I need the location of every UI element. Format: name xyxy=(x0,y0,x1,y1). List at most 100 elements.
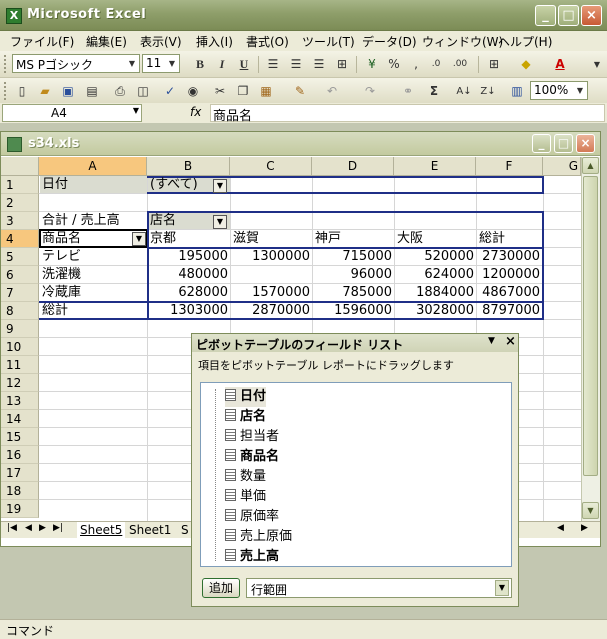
menu-insert[interactable]: 挿入(I) xyxy=(196,33,233,50)
save-icon[interactable]: ▣ xyxy=(58,82,78,101)
percent-button[interactable]: % xyxy=(384,55,404,74)
research-icon[interactable]: ◉ xyxy=(183,82,203,101)
cell-e5[interactable]: 520000 xyxy=(394,248,476,266)
row-header[interactable]: 19 xyxy=(1,500,39,518)
cell-a7[interactable]: 冷蔵庫 xyxy=(42,284,146,302)
cell-b7[interactable]: 628000 xyxy=(148,284,230,302)
cell-c4[interactable]: 滋賀 xyxy=(233,230,310,248)
cell-f7[interactable]: 4867000 xyxy=(476,284,542,302)
select-all-corner[interactable] xyxy=(1,157,39,176)
field-item-store[interactable]: 店名 xyxy=(225,407,266,427)
column-field-dropdown-icon[interactable]: ▼ xyxy=(213,215,227,229)
menu-help[interactable]: ヘルプ(H) xyxy=(498,33,552,50)
next-sheet-icon[interactable]: ▶ xyxy=(39,523,46,533)
hscroll-left-icon[interactable]: ◀ xyxy=(557,523,564,533)
sheet-tab-sheet5[interactable]: Sheet5 xyxy=(77,522,126,538)
align-center-icon[interactable]: ☰ xyxy=(286,55,306,74)
add-to-button[interactable]: 追加 xyxy=(202,578,240,598)
cell-e8[interactable]: 3028000 xyxy=(394,302,476,320)
cell-d4[interactable]: 神戸 xyxy=(315,230,392,248)
fill-color-icon[interactable]: ◆ xyxy=(516,55,536,74)
row-field-dropdown-icon[interactable]: ▼ xyxy=(132,232,146,246)
cell-b5[interactable]: 195000 xyxy=(148,248,230,266)
underline-button[interactable]: U xyxy=(234,55,254,74)
cell-c8[interactable]: 2870000 xyxy=(230,302,312,320)
bold-button[interactable]: B xyxy=(190,55,210,74)
column-header-d[interactable]: D xyxy=(312,157,394,176)
menu-file[interactable]: ファイル(F) xyxy=(10,33,74,50)
row-header[interactable]: 12 xyxy=(1,374,39,392)
sort-descending-icon[interactable]: Z↓ xyxy=(478,82,498,101)
name-box[interactable]: A4 ▼ xyxy=(2,104,142,122)
menu-edit[interactable]: 編集(E) xyxy=(86,33,127,50)
row-header[interactable]: 15 xyxy=(1,428,39,446)
borders-icon[interactable]: ⊞ xyxy=(484,55,504,74)
cell-e7[interactable]: 1884000 xyxy=(394,284,476,302)
paste-icon[interactable]: ▦ xyxy=(256,82,276,101)
column-header-a[interactable]: A xyxy=(39,157,147,176)
pivot-field-list-title[interactable]: ピボットテーブルのフィールド リスト ▼ × xyxy=(192,334,518,352)
row-header[interactable]: 5 xyxy=(1,248,39,266)
column-header-e[interactable]: E xyxy=(394,157,476,176)
row-header[interactable]: 2 xyxy=(1,194,39,212)
menu-data[interactable]: データ(D) xyxy=(362,33,417,50)
row-header[interactable]: 9 xyxy=(1,320,39,338)
open-folder-icon[interactable]: ▰ xyxy=(35,82,55,101)
cell-a5[interactable]: テレビ xyxy=(42,248,146,266)
cell-d8[interactable]: 1596000 xyxy=(312,302,394,320)
align-right-icon[interactable]: ☰ xyxy=(309,55,329,74)
cell-f8[interactable]: 8797000 xyxy=(476,302,542,320)
cell-d7[interactable]: 785000 xyxy=(312,284,394,302)
cell-b3[interactable]: 店名 xyxy=(150,212,210,230)
insert-function-button[interactable]: fx xyxy=(190,105,201,119)
cell-a6[interactable]: 洗濯機 xyxy=(42,266,146,284)
toolbar-options-icon[interactable]: ▼ xyxy=(587,55,607,74)
minimize-button[interactable]: _ xyxy=(535,5,556,26)
cell-d5[interactable]: 715000 xyxy=(312,248,394,266)
undo-icon[interactable]: ↶ xyxy=(322,82,342,101)
print-preview-icon[interactable]: ◫ xyxy=(133,82,153,101)
cell-d6[interactable]: 96000 xyxy=(312,266,394,284)
row-header[interactable]: 13 xyxy=(1,392,39,410)
cell-b1[interactable]: (すべて) xyxy=(150,176,210,194)
zoom-select[interactable]: 100% ▼ xyxy=(530,81,588,100)
row-header[interactable]: 11 xyxy=(1,356,39,374)
close-button[interactable]: × xyxy=(581,5,602,26)
field-item-product[interactable]: 商品名 xyxy=(225,447,279,467)
field-item-sales[interactable]: 売上高 xyxy=(225,547,279,567)
prev-sheet-icon[interactable]: ◀ xyxy=(25,523,32,533)
panel-close-icon[interactable]: × xyxy=(505,334,516,349)
cell-b4[interactable]: 京都 xyxy=(150,230,228,248)
column-header-g[interactable]: G xyxy=(543,157,581,176)
row-header[interactable]: 16 xyxy=(1,446,39,464)
autosum-button[interactable]: Σ xyxy=(424,82,444,101)
spelling-icon[interactable]: ✓ xyxy=(160,82,180,101)
hscroll-right-icon[interactable]: ▶ xyxy=(581,523,588,533)
field-item-date[interactable]: 日付 xyxy=(225,387,267,407)
area-select[interactable]: 行範囲 ▼ xyxy=(246,578,512,598)
font-color-icon[interactable]: A xyxy=(550,55,570,74)
row-header[interactable]: 10 xyxy=(1,338,39,356)
copy-icon[interactable]: ❐ xyxy=(233,82,253,101)
cell-a4[interactable]: 商品名 xyxy=(42,230,132,248)
row-header[interactable]: 3 xyxy=(1,212,39,230)
toolbar-grip[interactable] xyxy=(4,82,7,100)
cut-icon[interactable]: ✂ xyxy=(210,82,230,101)
cell-c7[interactable]: 1570000 xyxy=(230,284,312,302)
sort-ascending-icon[interactable]: A↓ xyxy=(454,82,474,101)
formula-input[interactable]: 商品名 xyxy=(210,104,605,124)
column-header-c[interactable]: C xyxy=(230,157,312,176)
row-header[interactable]: 17 xyxy=(1,464,39,482)
column-header-f[interactable]: F xyxy=(476,157,543,176)
comma-button[interactable]: , xyxy=(406,55,426,74)
cell-e6[interactable]: 624000 xyxy=(394,266,476,284)
cell-a1[interactable]: 日付 xyxy=(42,176,146,194)
scroll-up-icon[interactable]: ▲ xyxy=(582,157,599,174)
cell-f4[interactable]: 総計 xyxy=(479,230,541,248)
format-painter-icon[interactable]: ✎ xyxy=(290,82,310,101)
column-header-b[interactable]: B xyxy=(147,157,230,176)
scroll-down-icon[interactable]: ▼ xyxy=(582,502,599,519)
align-left-icon[interactable]: ☰ xyxy=(263,55,283,74)
redo-icon[interactable]: ↷ xyxy=(360,82,380,101)
workbook-minimize-button[interactable]: _ xyxy=(532,134,551,153)
